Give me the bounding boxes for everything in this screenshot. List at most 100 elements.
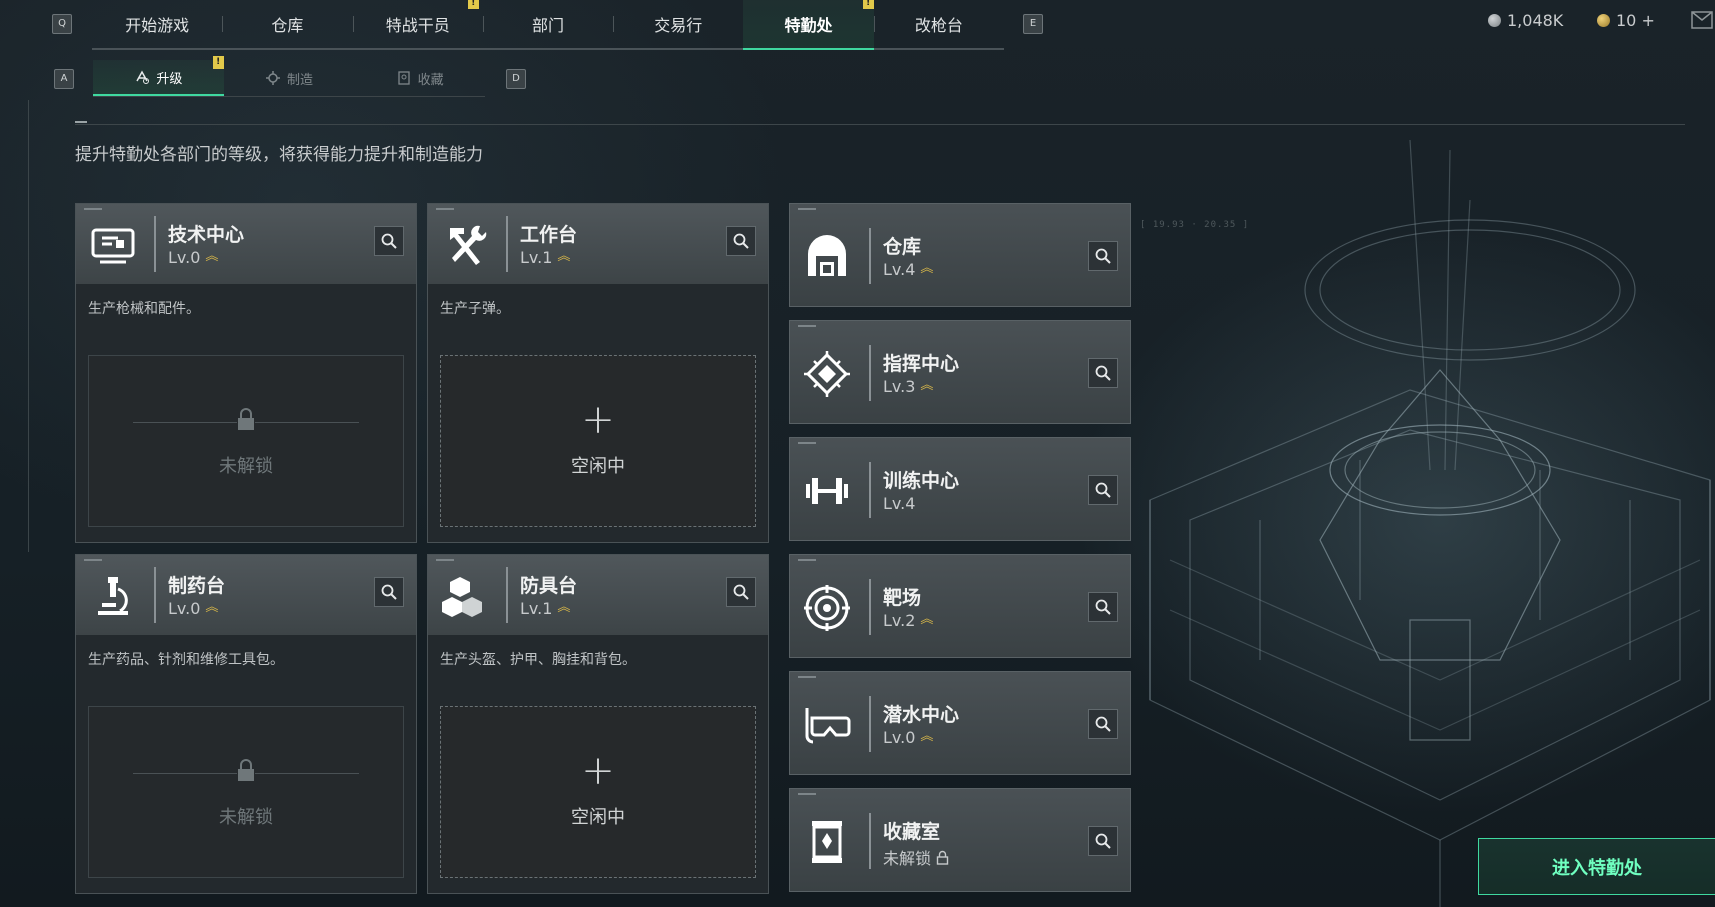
coordinate-readout: [ 19.93 · 20.35 ] — [1140, 220, 1250, 230]
search-icon — [1095, 482, 1111, 498]
department-level: Lv.0 ︽ — [168, 599, 219, 618]
facility-card-diving-center[interactable]: 潜水中心 Lv.0 ︽ — [789, 671, 1131, 775]
department-card-workbench[interactable]: 工作台 Lv.1 ︽ 生产子弹。 + 空闲中 — [427, 203, 769, 543]
cubes-icon — [440, 571, 490, 621]
search-icon — [733, 584, 749, 600]
facility-level: Lv.4 — [883, 494, 916, 513]
divider — [75, 124, 1685, 125]
inspect-button[interactable] — [726, 577, 756, 607]
facility-name: 收藏室 — [883, 821, 941, 843]
production-slot-idle[interactable]: + 空闲中 — [440, 355, 756, 527]
department-level: Lv.1 ︽ — [520, 248, 571, 267]
facility-card-warehouse[interactable]: 仓库 Lv.4 ︽ — [789, 203, 1131, 307]
department-level: Lv.0 ︽ — [168, 248, 219, 267]
sub-nav: 升级 ! 制造 收藏 — [93, 56, 485, 97]
divider — [869, 228, 871, 284]
inspect-button[interactable] — [1088, 709, 1118, 739]
collection-icon — [398, 71, 410, 85]
facility-blueprint-illustration — [1149, 140, 1711, 907]
tab-operators[interactable]: 特战干员! — [352, 0, 483, 48]
production-slot-locked: 未解锁 — [88, 355, 404, 527]
gear-icon — [266, 71, 280, 85]
divider — [869, 462, 871, 518]
divider — [154, 216, 156, 272]
key-hint-e: E — [1023, 14, 1043, 34]
alert-badge: ! — [862, 0, 874, 9]
facility-card-collection-room[interactable]: 收藏室 未解锁 — [789, 788, 1131, 892]
department-name: 工作台 — [520, 224, 578, 246]
department-description: 生产子弹。 — [440, 301, 510, 317]
ticket-balance[interactable]: 10 + — [1597, 11, 1655, 30]
inspect-button[interactable] — [726, 226, 756, 256]
department-card-pharmacy[interactable]: 制药台 Lv.0 ︽ 生产药品、针剂和维修工具包。 未解锁 — [75, 554, 417, 894]
add-icon: + — [581, 748, 615, 794]
divider — [154, 567, 156, 623]
inspect-button[interactable] — [1088, 241, 1118, 271]
search-icon — [1095, 248, 1111, 264]
diving-mask-icon — [802, 700, 852, 750]
production-slot-locked: 未解锁 — [88, 706, 404, 878]
department-name: 技术中心 — [168, 224, 245, 246]
inspect-button[interactable] — [1088, 475, 1118, 505]
facility-name: 靶场 — [883, 587, 922, 609]
divider — [506, 216, 508, 272]
divider — [255, 773, 359, 774]
microscope-icon — [88, 571, 138, 621]
lock-icon — [238, 759, 254, 781]
card-header: 技术中心 Lv.0 ︽ — [76, 204, 416, 284]
facility-card-command-center[interactable]: 指挥中心 Lv.3 ︽ — [789, 320, 1131, 424]
tab-departments[interactable]: 部门 — [482, 0, 613, 48]
facility-level: Lv.2 ︽ — [883, 611, 934, 630]
search-icon — [1095, 833, 1111, 849]
key-hint-d: D — [506, 69, 526, 89]
facility-card-training-center[interactable]: 训练中心 Lv.4 — [789, 437, 1131, 541]
facility-level: Lv.0 ︽ — [883, 728, 934, 747]
tab-gunsmith[interactable]: 改枪台 — [873, 0, 1004, 48]
divider — [133, 422, 237, 423]
top-nav: 开始游戏 仓库 特战干员! 部门 交易行 特勤处! 改枪台 — [92, 0, 1004, 50]
inspect-button[interactable] — [374, 577, 404, 607]
upgrade-available-icon: ︽ — [557, 599, 571, 615]
divider — [869, 696, 871, 752]
facility-name: 训练中心 — [883, 470, 960, 492]
tab-start-game[interactable]: 开始游戏 — [92, 0, 222, 48]
facility-level: Lv.3 ︽ — [883, 377, 934, 396]
facility-card-shooting-range[interactable]: 靶场 Lv.2 ︽ — [789, 554, 1131, 658]
facility-name: 潜水中心 — [883, 704, 960, 726]
coin-icon — [1488, 14, 1501, 27]
upgrade-available-icon: ︽ — [205, 248, 219, 264]
tab-special-ops[interactable]: 特勤处! — [743, 0, 874, 50]
department-description: 生产枪械和配件。 — [88, 301, 200, 317]
subtab-upgrade[interactable]: 升级 ! — [93, 56, 224, 96]
upgrade-available-icon: ︽ — [205, 599, 219, 615]
inspect-button[interactable] — [1088, 592, 1118, 622]
target-icon — [802, 583, 852, 633]
upgrade-available-icon: ︽ — [557, 248, 571, 264]
chip-icon — [802, 349, 852, 399]
lock-icon — [238, 408, 254, 430]
inspect-button[interactable] — [1088, 358, 1118, 388]
warehouse-icon — [802, 232, 852, 282]
production-slot-idle[interactable]: + 空闲中 — [440, 706, 756, 878]
lock-icon — [936, 850, 949, 865]
search-icon — [1095, 365, 1111, 381]
subtab-craft[interactable]: 制造 — [224, 60, 355, 96]
mail-icon[interactable] — [1690, 8, 1715, 32]
divider — [133, 773, 237, 774]
inspect-button[interactable] — [374, 226, 404, 256]
key-hint-a: A — [54, 69, 74, 89]
coin-balance: 1,048K — [1488, 11, 1563, 30]
subtab-collection[interactable]: 收藏 — [354, 60, 485, 96]
department-card-armor-bench[interactable]: 防具台 Lv.1 ︽ 生产头盔、护甲、胸挂和背包。 + 空闲中 — [427, 554, 769, 894]
display-case-icon — [802, 817, 852, 867]
tab-trading[interactable]: 交易行 — [613, 0, 743, 48]
card-header: 工作台 Lv.1 ︽ — [428, 204, 768, 284]
inspect-button[interactable] — [1088, 826, 1118, 856]
tab-warehouse[interactable]: 仓库 — [222, 0, 352, 48]
hammer-wrench-icon — [440, 220, 490, 270]
department-name: 防具台 — [520, 575, 578, 597]
department-card-tech-center[interactable]: 技术中心 Lv.0 ︽ 生产枪械和配件。 未解锁 — [75, 203, 417, 543]
enter-special-ops-button[interactable]: 进入特勤处 — [1478, 838, 1715, 895]
alert-badge: ! — [467, 0, 479, 9]
upgrade-icon — [136, 70, 150, 84]
